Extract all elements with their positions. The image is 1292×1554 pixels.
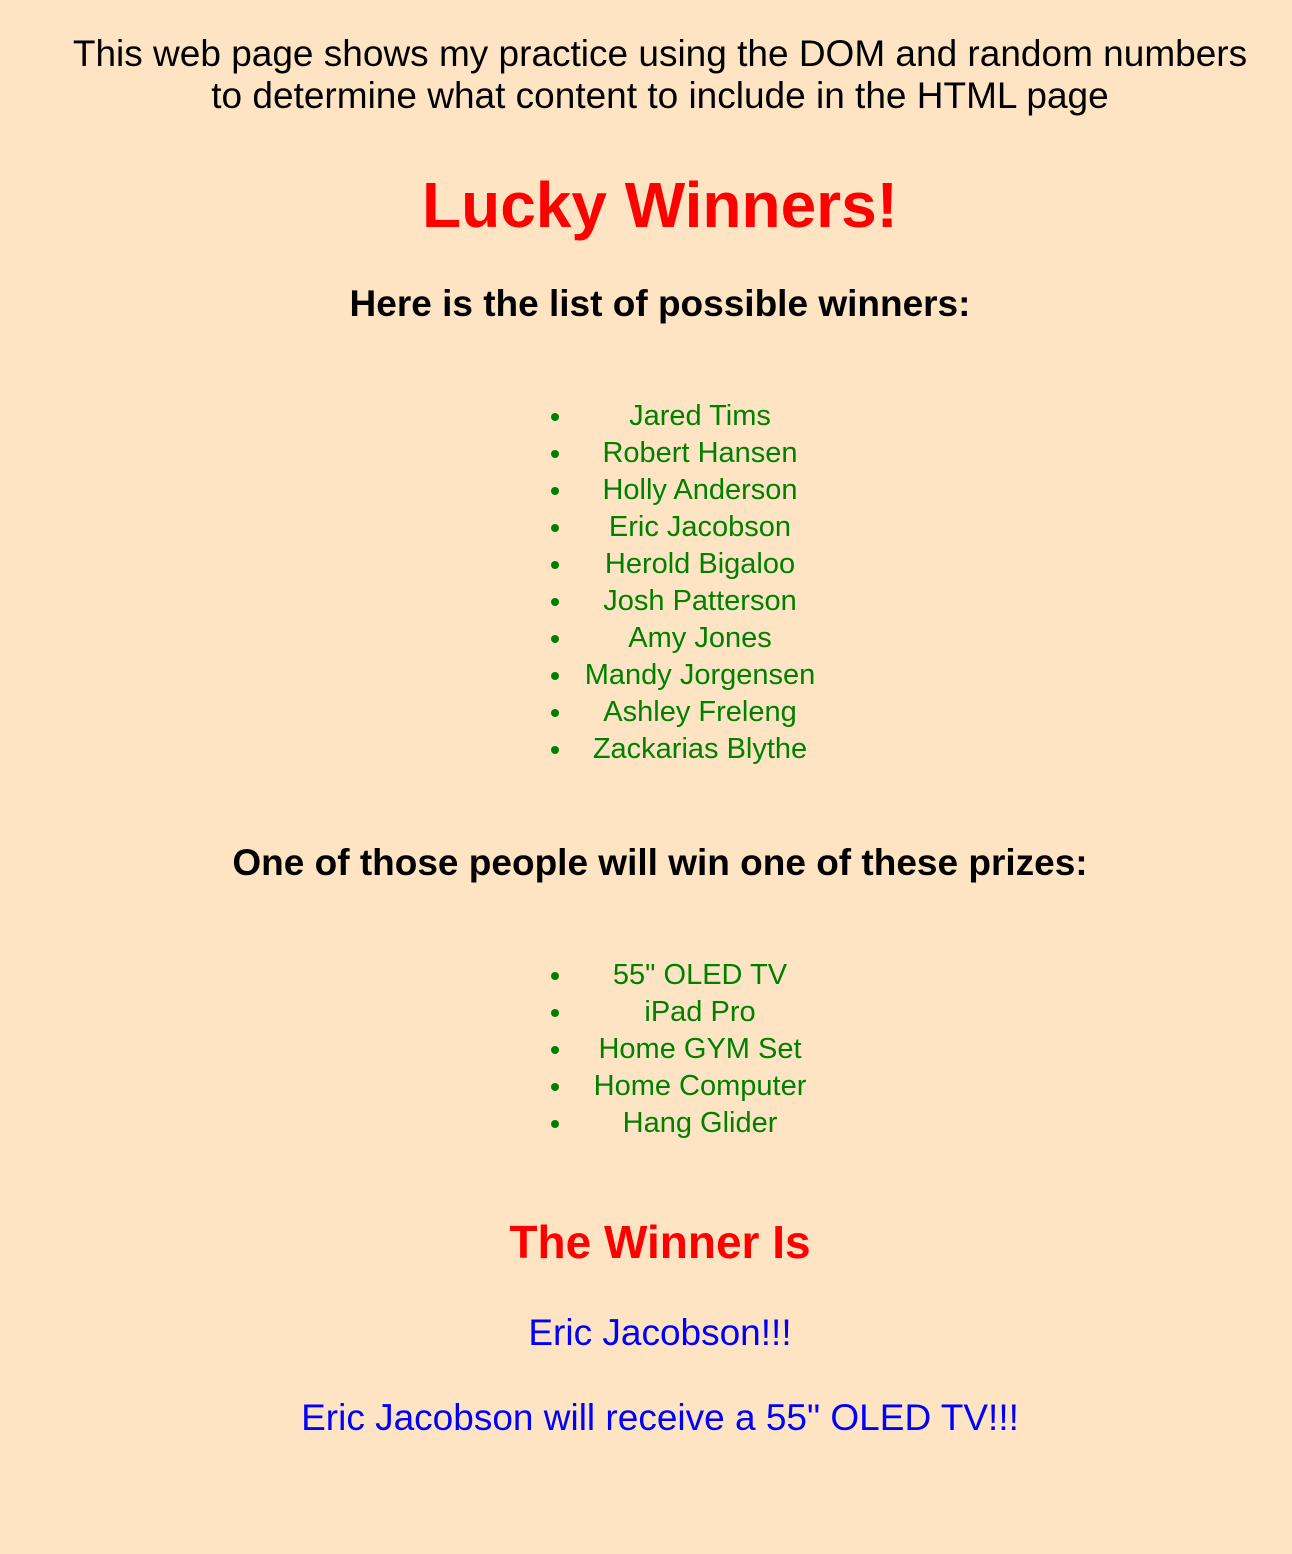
page-title: Lucky Winners! — [422, 169, 898, 241]
list-item-prize: Hang Glider — [551, 1105, 840, 1142]
list-item-prize: Home Computer — [551, 1068, 840, 1105]
winner-prize: Eric Jacobson will receive a 55" OLED TV… — [301, 1397, 1019, 1438]
list-item-winner: Robert Hansen — [551, 435, 840, 472]
list-item-winner: Eric Jacobson — [551, 509, 840, 546]
list-item-winner: Herold Bigaloo — [551, 546, 840, 583]
winner-heading: The Winner Is — [509, 1216, 811, 1268]
list-item-winner: Zackarias Blythe — [551, 731, 840, 768]
list-item-prize: iPad Pro — [551, 994, 840, 1031]
list-item-winner: Josh Patterson — [551, 583, 840, 620]
list-item-winner: Amy Jones — [551, 620, 840, 657]
list-item-prize: 55" OLED TV — [551, 957, 840, 994]
prizes-heading: One of those people will win one of thes… — [232, 842, 1088, 883]
list-item-winner: Holly Anderson — [551, 472, 840, 509]
list-item-prize: Home GYM Set — [551, 1031, 840, 1068]
winners-heading: Here is the list of possible winners: — [349, 283, 971, 324]
list-item-winner: Jared Tims — [551, 398, 840, 435]
list-item-winner: Mandy Jorgensen — [551, 657, 840, 694]
prizes-list: 55" OLED TV iPad Pro Home GYM Set Home C… — [551, 957, 840, 1142]
winner-name: Eric Jacobson!!! — [528, 1312, 792, 1353]
winners-list: Jared Tims Robert Hansen Holly Anderson … — [551, 398, 840, 768]
list-item-winner: Ashley Freleng — [551, 694, 840, 731]
intro-text: This web page shows my practice using th… — [72, 33, 1248, 116]
